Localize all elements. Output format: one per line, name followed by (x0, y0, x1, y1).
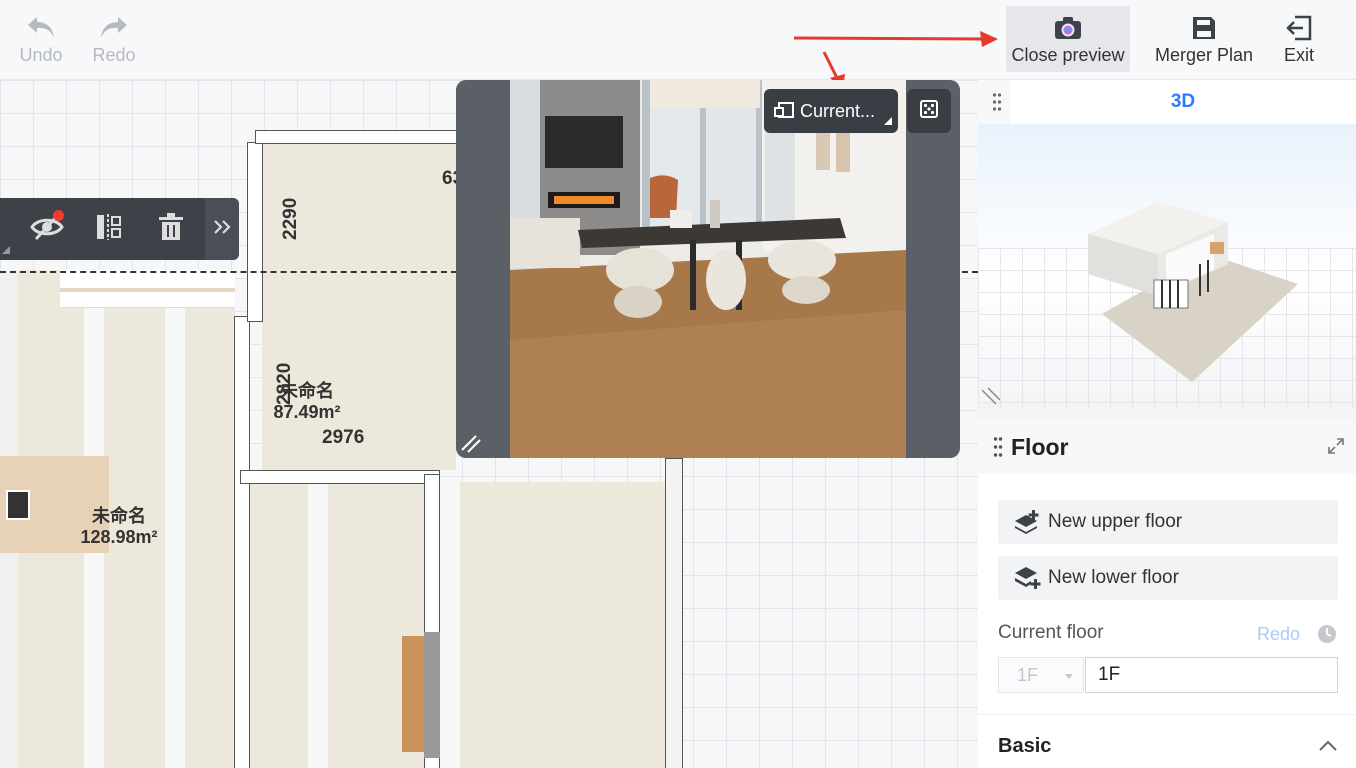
counter-object[interactable] (60, 270, 235, 308)
floor-plank (308, 482, 328, 768)
room-name: 未命名 (92, 506, 146, 526)
floor-select-value: 1F (1017, 664, 1039, 685)
3d-view-panel: 3D (978, 80, 1356, 408)
basic-section-title: Basic (998, 735, 1052, 757)
chair-object[interactable] (6, 490, 30, 520)
floor-panel-title: Floor (1011, 434, 1069, 460)
floor-select[interactable]: 1F (998, 657, 1084, 693)
merger-plan-button[interactable]: Merger Plan (1148, 6, 1260, 72)
floor-panel: Floor New upper floor New lower floor Cu… (978, 420, 1356, 768)
view-frame-icon (774, 102, 794, 120)
new-upper-floor-label: New upper floor (1048, 511, 1183, 532)
edit-bar-corner (0, 198, 16, 260)
room-area: 128.98m² (80, 527, 158, 547)
camera-view-label: Current... (800, 100, 876, 121)
room-area: 87.49m² (273, 402, 341, 422)
notification-dot (53, 210, 64, 221)
basic-section-header[interactable]: Basic (978, 714, 1356, 768)
floor-panel-header: Floor (978, 420, 1356, 474)
exit-label: Exit (1283, 44, 1314, 65)
align-button[interactable] (78, 198, 140, 260)
tab-3d[interactable]: 3D (1010, 80, 1356, 124)
layer-add-down-icon (1012, 563, 1042, 593)
3d-panel-header: 3D (978, 80, 1356, 124)
clock-icon[interactable] (1317, 624, 1337, 649)
dice-icon (920, 99, 938, 123)
door-frame (424, 632, 440, 758)
chevron-double-right-icon (212, 219, 232, 240)
wall-segment[interactable] (247, 142, 263, 322)
align-icon (94, 212, 124, 247)
top-toolbar: Undo Redo Close preview Merger Plan Exit (0, 0, 1356, 90)
merger-plan-label: Merger Plan (1154, 44, 1254, 65)
camera-icon (1053, 13, 1083, 43)
wall-segment[interactable] (255, 130, 465, 144)
render-preview-window[interactable]: Current... (456, 80, 960, 458)
resize-handle[interactable] (460, 434, 482, 458)
floor-name-input[interactable]: 1F (1085, 657, 1338, 693)
undo-label: Undo (19, 44, 63, 65)
wall-segment[interactable] (665, 458, 683, 768)
redo-icon (99, 13, 129, 43)
new-lower-floor-button[interactable]: New lower floor (998, 556, 1338, 600)
resize-grip-icon[interactable] (980, 386, 1002, 406)
chevron-up-icon (1318, 739, 1338, 757)
drag-handle-icon[interactable] (992, 92, 1002, 117)
room-label[interactable]: 未命名 128.98m² (64, 506, 174, 548)
new-upper-floor-button[interactable]: New upper floor (998, 500, 1338, 544)
current-floor-label: Current floor (998, 622, 1104, 643)
hide-button[interactable] (16, 198, 78, 260)
exit-icon (1284, 13, 1314, 43)
door-object[interactable] (402, 636, 424, 752)
app-root: Undo Redo Close preview Merger Plan Exit… (0, 0, 1356, 768)
floor-plank (440, 482, 460, 768)
dimension-label: 2976 (322, 427, 365, 448)
dropdown-corner-icon (884, 117, 892, 125)
chevron-down-icon (1065, 674, 1073, 679)
redo-button[interactable]: Redo (86, 6, 142, 72)
resize-grip-icon (461, 435, 481, 453)
floor-redo-link[interactable]: Redo (1257, 624, 1300, 645)
camera-view-dropdown[interactable]: Current... (764, 89, 898, 133)
3d-viewport[interactable] (978, 124, 1356, 408)
delete-button[interactable] (140, 198, 202, 260)
object-edit-toolbar (0, 198, 239, 260)
save-icon (1189, 13, 1219, 43)
close-preview-label: Close preview (1011, 44, 1125, 65)
room-label[interactable]: 未命名 87.49m² (262, 381, 352, 423)
render-preview-image (510, 80, 906, 458)
dimension-label: 2290 (280, 197, 301, 240)
3d-house-model (1088, 202, 1298, 382)
drag-handle-icon[interactable] (993, 436, 1003, 463)
layer-add-up-icon (1012, 507, 1042, 537)
undo-button[interactable]: Undo (12, 6, 70, 72)
redo-label: Redo (92, 44, 136, 65)
wall-segment[interactable] (240, 470, 440, 484)
undo-icon (26, 13, 56, 43)
more-button[interactable] (205, 198, 239, 260)
room-name: 未命名 (280, 381, 334, 401)
wall-segment[interactable] (234, 316, 250, 768)
trash-icon (157, 212, 185, 247)
fullscreen-button[interactable] (907, 89, 951, 133)
exit-button[interactable]: Exit (1278, 6, 1320, 72)
close-preview-button[interactable]: Close preview (1006, 6, 1130, 72)
expand-icon[interactable] (1328, 438, 1344, 459)
new-lower-floor-label: New lower floor (1048, 567, 1179, 588)
